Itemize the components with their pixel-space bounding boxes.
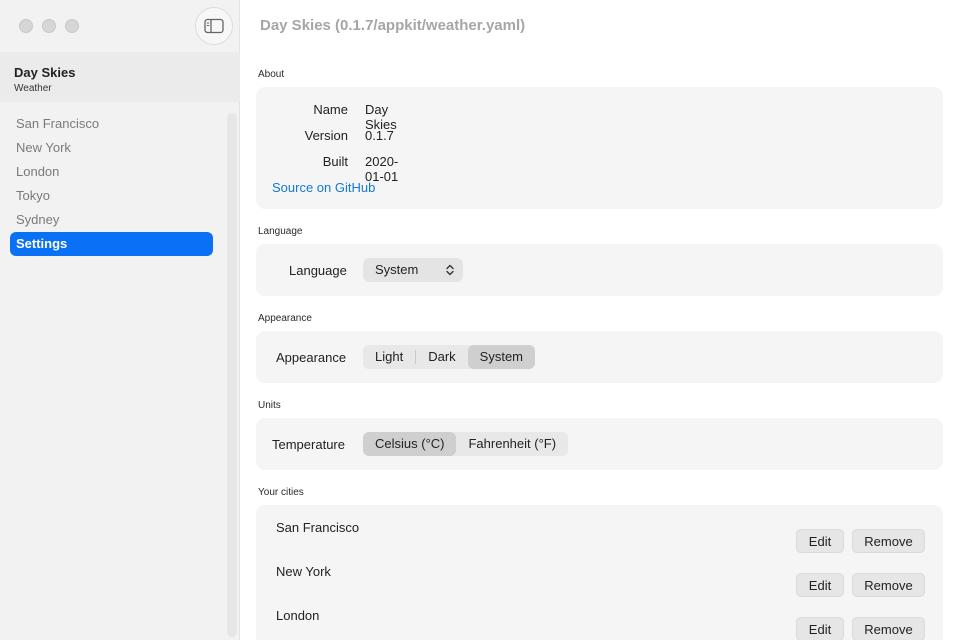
sidebar-toggle-button[interactable] <box>195 7 233 45</box>
app-window: Day Skies Weather San Francisco New York… <box>0 0 960 640</box>
sidebar: Day Skies Weather San Francisco New York… <box>0 0 240 640</box>
chevron-up-down-icon <box>446 264 454 276</box>
edit-city-button[interactable]: Edit <box>796 617 844 640</box>
temperature-option-celsius[interactable]: Celsius (°C) <box>363 432 457 456</box>
close-window-button[interactable] <box>19 19 33 33</box>
minimize-window-button[interactable] <box>42 19 56 33</box>
city-row: London Edit Remove <box>256 593 943 640</box>
sidebar-icon <box>204 18 224 34</box>
sidebar-header: Day Skies Weather <box>0 52 240 102</box>
sidebar-item-new-york[interactable]: New York <box>10 136 213 160</box>
about-name-key: Name <box>313 102 348 117</box>
appearance-option-dark[interactable]: Dark <box>416 345 467 369</box>
city-name: New York <box>276 564 331 579</box>
source-github-link[interactable]: Source on GitHub <box>272 180 375 195</box>
city-name: London <box>276 608 320 623</box>
appearance-card: Appearance Light Dark System <box>256 331 943 383</box>
units-card: Temperature Celsius (°C) Fahrenheit (°F) <box>256 418 943 470</box>
appearance-option-light[interactable]: Light <box>363 345 415 369</box>
sidebar-nav: San Francisco New York London Tokyo Sydn… <box>10 112 213 256</box>
section-label-appearance: Appearance <box>258 313 312 324</box>
about-built-key: Built <box>322 154 348 169</box>
settings-content: About Name Day Skies Version 0.1.7 Built… <box>240 52 960 640</box>
sidebar-item-tokyo[interactable]: Tokyo <box>10 184 213 208</box>
sidebar-scrollbar[interactable] <box>227 113 237 637</box>
about-version-value: 0.1.7 <box>365 128 394 143</box>
appearance-option-system[interactable]: System <box>467 345 535 369</box>
language-label: Language <box>289 263 347 278</box>
section-label-units: Units <box>258 400 281 411</box>
about-card: Name Day Skies Version 0.1.7 Built 2020-… <box>256 87 943 209</box>
city-row: San Francisco Edit Remove <box>256 505 943 553</box>
about-version-key: Version <box>304 128 348 143</box>
sidebar-item-london[interactable]: London <box>10 160 213 184</box>
cities-card: San Francisco Edit Remove New York Edit … <box>256 505 943 640</box>
section-label-your-cities: Your cities <box>258 487 304 498</box>
window-title: Day Skies (0.1.7/appkit/weather.yaml) <box>260 17 526 34</box>
temperature-label: Temperature <box>272 437 345 452</box>
sidebar-item-san-francisco[interactable]: San Francisco <box>10 112 213 136</box>
app-subtitle: Weather <box>14 83 52 94</box>
section-label-about: About <box>258 69 285 80</box>
sidebar-item-sydney[interactable]: Sydney <box>10 208 213 232</box>
window-controls <box>19 19 79 33</box>
city-name: San Francisco <box>276 520 360 535</box>
city-row: New York Edit Remove <box>256 549 943 597</box>
zoom-window-button[interactable] <box>65 19 79 33</box>
appearance-label: Appearance <box>276 350 347 365</box>
section-label-language: Language <box>258 226 303 237</box>
language-select-value: System <box>375 262 419 277</box>
temperature-option-fahrenheit[interactable]: Fahrenheit (°F) <box>456 432 568 456</box>
app-name: Day Skies <box>14 65 76 80</box>
sidebar-item-settings[interactable]: Settings <box>10 232 213 256</box>
language-card: Language System <box>256 244 943 296</box>
remove-city-button[interactable]: Remove <box>852 617 925 640</box>
language-select[interactable]: System <box>363 258 463 282</box>
appearance-segmented-control: Light Dark System <box>363 345 535 369</box>
temperature-segmented-control: Celsius (°C) Fahrenheit (°F) <box>363 432 569 456</box>
